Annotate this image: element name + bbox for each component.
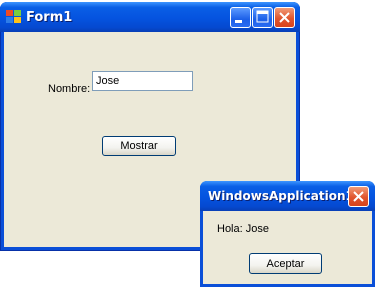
maximize-icon <box>256 10 269 23</box>
aceptar-button[interactable]: Aceptar <box>249 253 322 274</box>
close-icon <box>279 12 290 23</box>
nombre-input[interactable] <box>92 71 193 91</box>
nombre-label: Nombre: <box>48 83 91 95</box>
close-button[interactable] <box>274 7 295 28</box>
message-box-close-button[interactable] <box>348 186 369 207</box>
app-form-icon[interactable] <box>6 10 22 24</box>
close-icon <box>353 191 364 202</box>
message-text: Hola: Jose <box>217 223 269 235</box>
maximize-button[interactable] <box>252 7 273 28</box>
message-box-title: WindowsApplication1 <box>208 189 354 203</box>
main-window-title: Form1 <box>26 10 73 25</box>
main-window-titlebar[interactable]: Form1 <box>0 2 300 32</box>
message-box-client-area: Hola: Jose Aceptar <box>203 211 372 284</box>
message-box-titlebar[interactable]: WindowsApplication1 <box>200 181 375 211</box>
minimize-button[interactable] <box>230 7 251 28</box>
message-box: WindowsApplication1 Hola: Jose Aceptar <box>200 181 375 287</box>
minimize-icon <box>235 20 242 23</box>
mostrar-button[interactable]: Mostrar <box>102 136 176 156</box>
